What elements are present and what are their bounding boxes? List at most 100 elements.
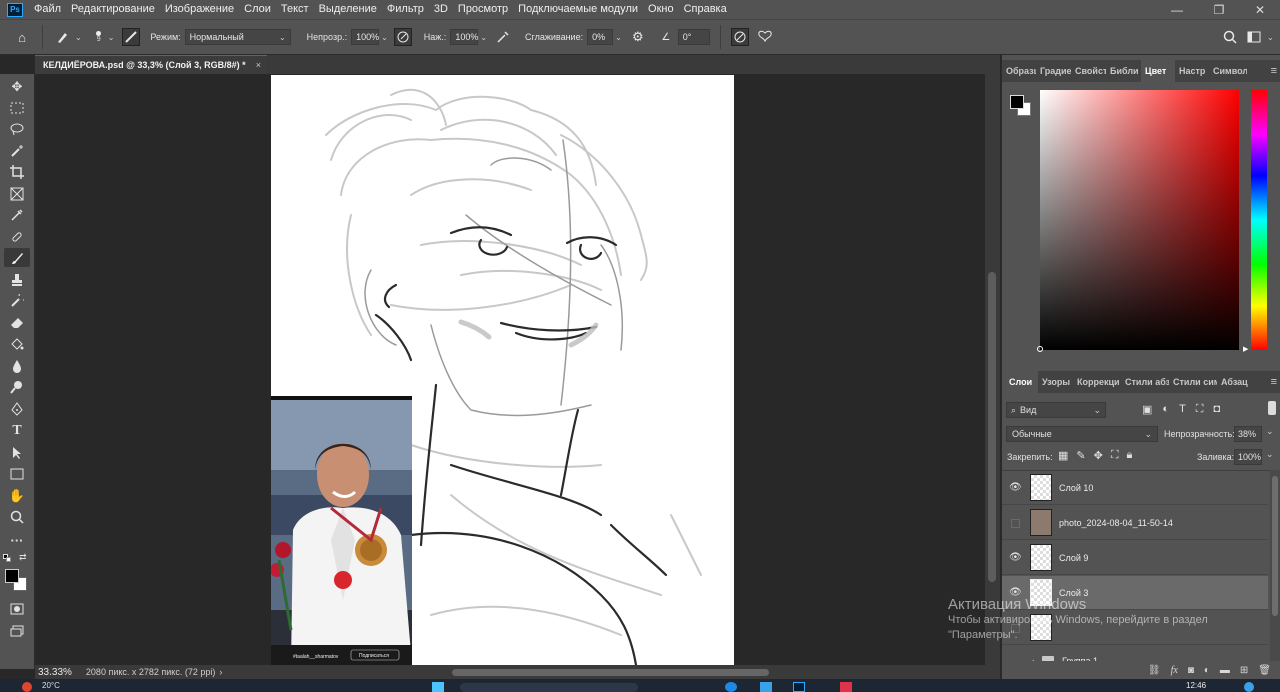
tab-gradients[interactable]: Градие — [1036, 60, 1071, 82]
vertical-scrollbar[interactable] — [985, 74, 1000, 665]
tab-patterns[interactable]: Узоры — [1038, 371, 1073, 393]
reference-photo[interactable]: #taalah__sharmatov Подписаться — [271, 396, 412, 665]
chevron-down-icon[interactable]: ⌄ — [381, 33, 388, 42]
foreground-color-swatch[interactable] — [5, 569, 19, 583]
layer-row[interactable]: 👁︎ Слой 10 — [1002, 471, 1268, 505]
history-brush-tool-icon[interactable] — [4, 291, 30, 310]
delete-layer-icon[interactable]: 🗑︎ — [1258, 665, 1271, 676]
layer-style-icon[interactable]: fx — [1171, 665, 1178, 676]
chevron-down-icon[interactable]: ⌄ — [75, 33, 82, 42]
home-icon[interactable]: ⌂ — [12, 27, 32, 47]
adjustment-layer-icon[interactable]: ◐ — [1204, 665, 1210, 676]
tab-color[interactable]: Цвет — [1141, 60, 1175, 82]
restore-icon[interactable]: ❐ — [1199, 0, 1239, 19]
menu-filter[interactable]: Фильтр — [382, 0, 429, 19]
frame-tool-icon[interactable] — [4, 184, 30, 203]
tab-paragraph-styles[interactable]: Стили абз — [1121, 371, 1169, 393]
hue-slider[interactable] — [1251, 90, 1267, 350]
stamp-tool-icon[interactable] — [4, 270, 30, 289]
chevron-down-icon[interactable]: ⌄ — [1266, 449, 1274, 460]
type-tool-icon[interactable]: T — [4, 421, 30, 440]
visibility-eye-icon[interactable]: 👁︎ — [1009, 552, 1022, 564]
color-swatches[interactable] — [5, 569, 27, 591]
taskbar-search[interactable] — [460, 683, 638, 692]
canvas-workspace[interactable]: #taalah__sharmatov Подписаться — [35, 74, 985, 665]
layer-row[interactable]: photo_2024-08-04_11-50-14 — [1002, 506, 1268, 540]
color-panel-swatches[interactable] — [1008, 93, 1032, 117]
tab-layers[interactable]: Слои — [1002, 371, 1038, 393]
chevron-down-icon[interactable]: ⌄ — [1267, 33, 1274, 42]
new-group-icon[interactable]: ▬ — [1220, 665, 1230, 676]
chevron-down-icon[interactable]: ⌄ — [615, 33, 622, 42]
workspace-icon[interactable] — [1244, 27, 1264, 47]
blend-mode-select[interactable]: Обычные ⌄ — [1006, 426, 1158, 442]
tab-adjustments[interactable]: Настр — [1175, 60, 1209, 82]
menu-type[interactable]: Текст — [276, 0, 314, 19]
minimize-icon[interactable]: — — [1157, 0, 1197, 19]
tab-character-styles[interactable]: Стили сим — [1169, 371, 1217, 393]
tab-corrections[interactable]: Коррекци — [1073, 371, 1121, 393]
visibility-off-box[interactable] — [1011, 519, 1020, 528]
angle-input[interactable]: 0° — [677, 29, 710, 45]
link-layers-icon[interactable]: ⛓ — [1148, 665, 1161, 676]
panel-menu-icon[interactable]: ≡ — [1271, 65, 1277, 77]
healing-brush-tool-icon[interactable] — [4, 227, 30, 246]
menu-file[interactable]: Файл — [29, 0, 66, 19]
filter-type-icon[interactable]: T — [1179, 403, 1186, 416]
tab-libraries[interactable]: Библи — [1106, 60, 1141, 82]
tab-properties[interactable]: Свойст — [1071, 60, 1106, 82]
dodge-tool-icon[interactable] — [4, 377, 30, 396]
start-icon[interactable] — [432, 682, 444, 692]
tab-swatches[interactable]: Образц — [1002, 60, 1036, 82]
weather-icon[interactable] — [22, 682, 32, 692]
lasso-tool-icon[interactable] — [4, 119, 30, 138]
horizontal-scrollbar-thumb[interactable] — [452, 669, 769, 676]
taskbar-photoshop-icon[interactable] — [793, 682, 805, 692]
swap-colors-icon[interactable]: ⇄ — [19, 552, 27, 563]
rectangle-tool-icon[interactable] — [4, 464, 30, 483]
hue-slider-handle-icon[interactable]: ▶ — [1243, 345, 1248, 353]
marquee-tool-icon[interactable] — [4, 98, 30, 117]
new-layer-icon[interactable]: ⊞ — [1240, 665, 1248, 676]
status-arrow-icon[interactable]: › — [219, 667, 222, 677]
path-selection-tool-icon[interactable] — [4, 443, 30, 462]
menu-help[interactable]: Справка — [679, 0, 732, 19]
lock-pixels-icon[interactable]: ✎ — [1076, 449, 1085, 462]
hand-tool-icon[interactable]: ✋ — [4, 486, 30, 505]
panel-menu-icon[interactable]: ≡ — [1271, 376, 1277, 388]
blur-tool-icon[interactable] — [4, 356, 30, 375]
tab-character[interactable]: Символ — [1209, 60, 1247, 82]
taskbar-app-icon[interactable] — [760, 682, 772, 692]
mode-select[interactable]: Нормальный ⌄ — [184, 29, 291, 45]
menu-select[interactable]: Выделение — [314, 0, 382, 19]
gear-icon[interactable]: ⚙ — [628, 27, 648, 47]
brush-size-picker[interactable]: 9 — [92, 31, 106, 43]
close-window-icon[interactable]: ✕ — [1240, 0, 1280, 19]
color-field-cursor[interactable] — [1037, 346, 1043, 352]
taskbar-app-icon[interactable] — [840, 682, 852, 692]
search-icon[interactable] — [1220, 27, 1240, 47]
scrollbar-thumb[interactable] — [988, 272, 996, 582]
opacity-input[interactable]: 100% — [351, 29, 379, 45]
pressure-input[interactable]: 100% — [450, 29, 478, 45]
menu-plugins[interactable]: Подключаемые модули — [513, 0, 643, 19]
filter-pixel-icon[interactable]: ▣ — [1142, 403, 1152, 416]
more-tools-icon[interactable]: ··· — [4, 531, 30, 550]
crop-tool-icon[interactable] — [4, 162, 30, 181]
brush-tool-icon[interactable] — [4, 248, 30, 267]
close-tab-icon[interactable]: × — [256, 56, 261, 74]
filter-toggle[interactable] — [1268, 401, 1276, 415]
screen-mode-icon[interactable] — [4, 621, 30, 640]
tab-paragraph[interactable]: Абзац — [1217, 371, 1251, 393]
taskbar-app-icon[interactable] — [725, 682, 737, 692]
lock-position-icon[interactable]: ✥ — [1094, 449, 1103, 462]
paint-bucket-tool-icon[interactable] — [4, 334, 30, 353]
menu-3d[interactable]: 3D — [429, 0, 453, 19]
document-tab[interactable]: КЕЛДИЁРОВА.psd @ 33,3% (Слой 3, RGB/8#) … — [35, 55, 267, 74]
zoom-tool-icon[interactable] — [4, 507, 30, 526]
brush-preset-icon[interactable] — [53, 27, 73, 47]
pressure-size-icon[interactable] — [730, 28, 749, 46]
filter-smart-object-icon[interactable]: ◘ — [1214, 403, 1221, 416]
brush-settings-panel-icon[interactable] — [122, 28, 141, 46]
menu-window[interactable]: Окно — [643, 0, 679, 19]
